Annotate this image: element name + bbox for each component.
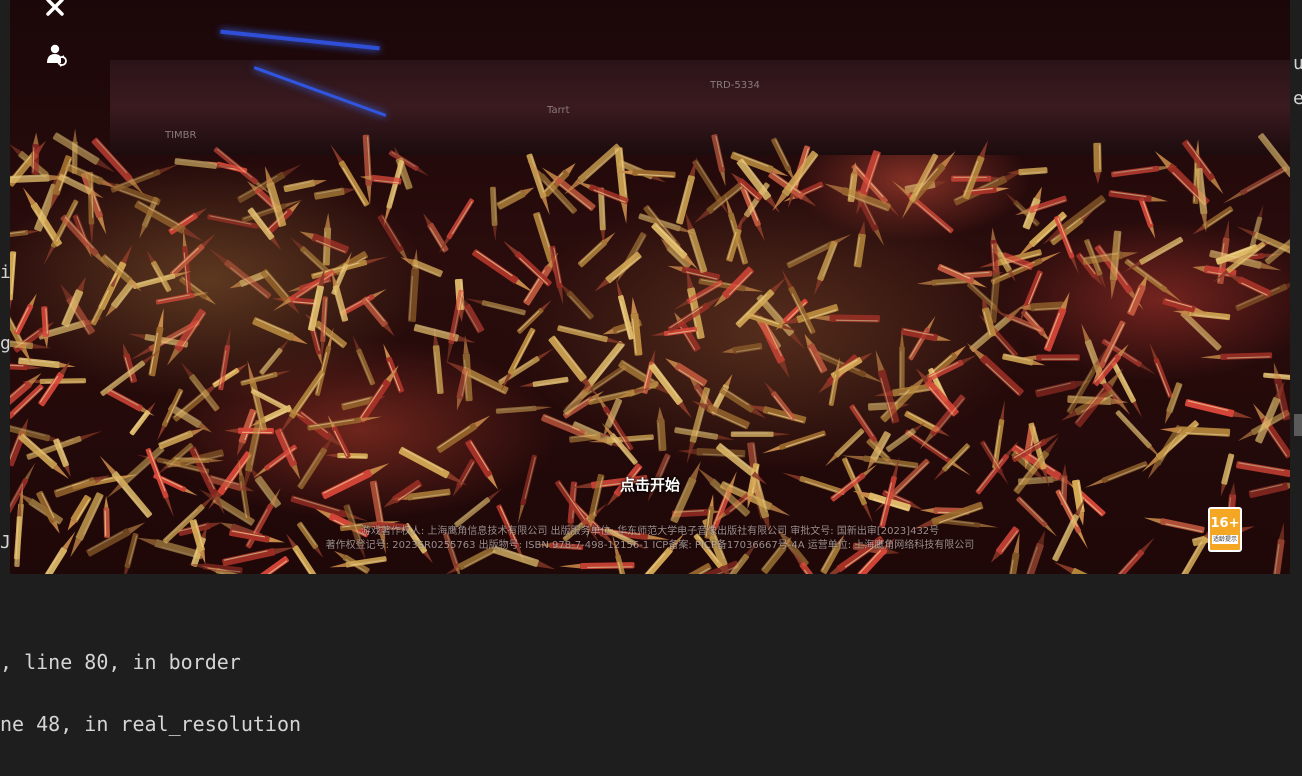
cartridge [179,276,217,305]
cartridge [1258,133,1290,178]
cartridge [290,495,368,521]
cartridge [158,427,206,450]
cartridge [362,134,372,206]
cartridge [548,335,597,397]
cartridge [711,134,726,187]
cartridge [721,342,763,354]
cartridge [656,406,667,452]
close-icon[interactable] [40,0,70,22]
cartridge [665,358,708,387]
terminal-line: ne 48, in real_resolution [0,712,302,736]
cartridge [614,147,628,224]
cartridge [490,186,498,242]
cartridge [213,147,274,197]
cartridge [786,234,852,269]
cartridge [361,296,395,337]
cartridge [252,317,309,345]
cartridge [472,249,534,293]
cartridge [10,251,17,320]
cartridge [1111,361,1143,418]
cartridge [594,251,642,292]
game-window[interactable]: TRD-5334 Tarrt TIMBR 点击开始 游戏著作权人: 上海鹰角信息… [10,0,1290,574]
cartridge [867,431,891,471]
cartridge [1200,352,1273,360]
terminal-fragment: e [1293,88,1302,109]
cartridge [549,245,564,305]
cartridge [1138,197,1156,239]
cartridge [694,180,746,224]
cartridge [1222,166,1288,204]
cartridge [60,214,110,270]
cartridge [146,250,172,293]
cartridge [170,233,216,277]
cartridge [436,415,491,453]
cartridge [578,232,616,268]
cartridge [969,303,1026,353]
cartridge [87,171,95,245]
cartridge [1123,236,1184,273]
cartridge [724,193,748,265]
cartridge [413,324,476,343]
publisher-info: 游戏著作权人: 上海鹰角信息技术有限公司 出版服务单位: 华东师范大学电子音像出… [360,526,940,537]
publisher-info: 著作权登记号: 2023SR0255763 出版物号: ISBN 978-7-4… [325,540,975,551]
cartridge [1115,410,1164,462]
cartridge [31,132,40,175]
age-rating-badge: 16+ 适龄提示 [1208,507,1242,552]
cartridge [1093,142,1102,185]
cartridge [423,213,449,253]
cartridge [352,335,376,386]
age-rating-number: 16+ [1210,515,1240,531]
cartridge [358,365,399,423]
cartridge [259,339,290,375]
cartridge [598,187,606,247]
cartridge [14,293,37,336]
cartridge [1108,190,1168,203]
cartridge [1184,399,1253,419]
terminal-line: , line 80, in border [0,650,241,674]
cartridge [899,329,905,390]
cartridge [673,563,712,574]
cartridge [496,187,535,210]
cartridge [218,327,231,391]
cartridge [674,427,735,440]
cartridge [445,361,509,395]
cartridge [966,343,1024,397]
cartridge [330,144,370,207]
cartridge [1149,343,1173,399]
account-switch-icon[interactable] [42,40,72,70]
cartridge [804,333,828,374]
cartridge [1147,425,1183,480]
cartridge [307,416,382,431]
terminal-scrollbar[interactable] [1294,414,1302,436]
cartridge [446,289,465,365]
cartridge [100,254,142,292]
cartridge [1053,561,1122,574]
cartridge [853,220,866,268]
cartridge [1043,292,1070,352]
cartridge [518,376,569,388]
age-rating-label: 适龄提示 [1211,534,1238,544]
start-prompt[interactable]: 点击开始 [10,474,1290,495]
cartridge [730,431,791,437]
cartridge [516,300,552,334]
cartridge [313,187,357,200]
cartridge [495,405,553,414]
cartridge [849,404,885,455]
cartridge [283,179,327,193]
cartridge [388,150,429,177]
terminal-fragment: u [1293,53,1302,74]
